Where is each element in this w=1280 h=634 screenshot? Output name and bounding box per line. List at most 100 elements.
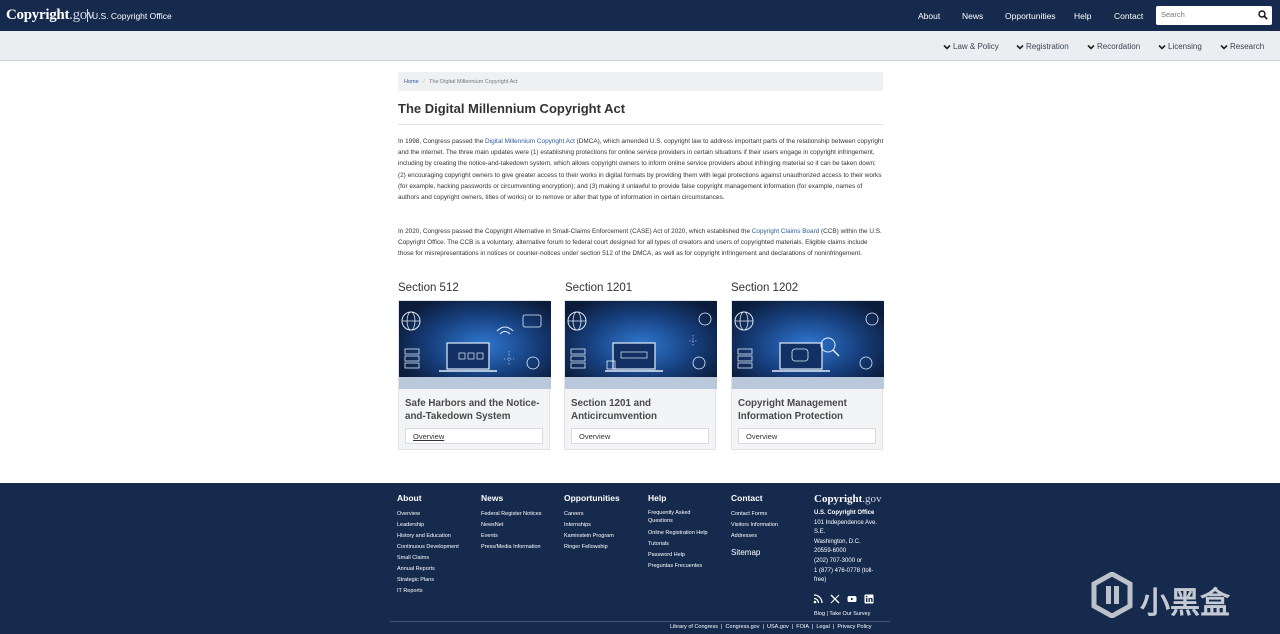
nav-contact[interactable]: Contact — [1114, 11, 1143, 21]
office-name[interactable]: U.S. Copyright Office — [92, 11, 172, 21]
footer-link[interactable]: Online Registration Help — [648, 528, 708, 539]
section-1202-overview-button[interactable]: Overview — [738, 428, 876, 444]
chevron-down-icon — [943, 44, 951, 50]
breadcrumb-current: The Digital Millennium Copyright Act — [429, 79, 518, 85]
footer-bottom-links[interactable]: Library of Congress | Congress.gov | USA… — [670, 624, 872, 630]
breadcrumb-separator: / — [423, 79, 425, 85]
section-512-title[interactable]: Safe Harbors and the Notice-and-Takedown… — [405, 397, 547, 423]
breadcrumb-home[interactable]: Home — [404, 79, 419, 85]
title-divider — [398, 124, 883, 125]
page-title: The Digital Millennium Copyright Act — [398, 101, 626, 116]
footer-link[interactable]: Addresses — [731, 531, 778, 542]
footer-link[interactable]: Strategic Plans — [397, 575, 459, 586]
site-footer: About Overview Leadership History and Ed… — [0, 483, 1280, 634]
intro-paragraph-dmca: In 1998, Congress passed the Digital Mil… — [398, 138, 884, 202]
x-twitter-icon[interactable] — [830, 594, 840, 604]
footer-link[interactable]: Questions — [648, 517, 708, 526]
footer-link[interactable]: Password Help — [648, 550, 708, 561]
footer-link[interactable]: Preguntas Frecuentes — [648, 561, 708, 572]
subnav-licensing[interactable]: Licensing — [1158, 42, 1202, 51]
watermark-text: 小黑盒 — [1140, 586, 1230, 621]
chevron-down-icon — [1087, 44, 1095, 50]
footer-link[interactable]: Small Claims — [397, 553, 459, 564]
footer-link[interactable]: Frequently Asked — [648, 509, 708, 517]
footer-link[interactable]: Careers — [564, 509, 620, 520]
office-name: U.S. Copyright Office — [814, 510, 875, 516]
footer-link[interactable]: Federal Register Notices — [481, 509, 542, 520]
footer-col-news: News Federal Register Notices NewsNet Ev… — [481, 493, 542, 553]
footer-link[interactable]: Visitors Information — [731, 520, 778, 531]
nav-news[interactable]: News — [962, 11, 983, 21]
footer-link[interactable]: History and Education — [397, 531, 459, 542]
subnav-recordation[interactable]: Recordation — [1087, 42, 1140, 51]
intro-paragraph-case-act: In 2020, Congress passed the Copyright A… — [398, 228, 882, 258]
breadcrumb: Home / The Digital Millennium Copyright … — [398, 72, 883, 91]
nav-help[interactable]: Help — [1074, 11, 1091, 21]
nav-about[interactable]: About — [918, 11, 940, 21]
search-input[interactable] — [1161, 10, 1256, 19]
xiaoheihe-logo-icon — [1091, 572, 1133, 618]
footer-link[interactable]: Ringer Fellowship — [564, 542, 620, 553]
footer-link[interactable]: Kaminstein Program — [564, 531, 620, 542]
footer-link[interactable]: Events — [481, 531, 542, 542]
search-box[interactable] — [1156, 6, 1272, 25]
secondary-navbar: Law & Policy Registration Recordation Li… — [0, 31, 1280, 61]
footer-sitemap-link[interactable]: Sitemap — [731, 548, 778, 557]
ccb-link[interactable]: Copyright Claims Board — [752, 228, 819, 235]
footer-link[interactable]: Press/Media Information — [481, 542, 542, 553]
footer-link[interactable]: Annual Reports — [397, 564, 459, 575]
footer-link[interactable]: Tutorials — [648, 539, 708, 550]
office-address: U.S. Copyright Office 101 Independence A… — [814, 510, 877, 584]
section-512-overview-button[interactable]: Overview — [405, 428, 543, 444]
chevron-down-icon — [1220, 44, 1228, 50]
section-1202-title[interactable]: Copyright Management Information Protect… — [738, 397, 880, 423]
footer-col-about: About Overview Leadership History and Ed… — [397, 493, 459, 597]
xiaoheihe-watermark: 小黑盒 — [1090, 570, 1245, 621]
section-1201-title[interactable]: Section 1201 and Anticircumvention — [571, 397, 713, 423]
card-illustration-1202 — [732, 301, 884, 389]
blog-survey-links[interactable]: Blog | Take Our Survey — [814, 611, 870, 617]
rss-icon[interactable] — [813, 594, 823, 604]
section-1201-heading: Section 1201 — [565, 282, 633, 294]
footer-link[interactable]: Contact Forms — [731, 509, 778, 520]
footer-about-heading[interactable]: About — [397, 493, 459, 503]
subnav-registration[interactable]: Registration — [1016, 42, 1069, 51]
youtube-icon[interactable] — [847, 594, 857, 604]
section-512-card: Safe Harbors and the Notice-and-Takedown… — [398, 300, 551, 450]
section-1201-card: Section 1201 and Anticircumvention Overv… — [564, 300, 717, 450]
footer-divider — [390, 621, 890, 622]
subnav-law-policy[interactable]: Law & Policy — [943, 42, 999, 51]
footer-col-help: Help Frequently Asked Questions Online R… — [648, 493, 708, 572]
logo-divider — [87, 9, 88, 22]
section-1202-card: Copyright Management Information Protect… — [731, 300, 884, 450]
footer-news-heading[interactable]: News — [481, 493, 542, 503]
footer-link[interactable]: Internships — [564, 520, 620, 531]
section-1201-overview-button[interactable]: Overview — [571, 428, 709, 444]
chevron-down-icon — [1158, 44, 1166, 50]
footer-copyright-logo[interactable]: Copyright.gov — [814, 493, 886, 505]
footer-help-heading[interactable]: Help — [648, 493, 708, 503]
footer-link[interactable]: NewsNet — [481, 520, 542, 531]
footer-col-office: Copyright.gov U.S. Copyright Office 101 … — [814, 493, 886, 586]
footer-opportunities-heading[interactable]: Opportunities — [564, 493, 620, 503]
footer-col-contact: Contact Contact Forms Visitors Informati… — [731, 493, 778, 557]
top-navbar: Copyright.gov U.S. Copyright Office Abou… — [0, 0, 1280, 31]
subnav-research[interactable]: Research — [1220, 42, 1264, 51]
social-links — [813, 594, 874, 604]
footer-link[interactable]: Leadership — [397, 520, 459, 531]
footer-link[interactable]: Overview — [397, 509, 459, 520]
nav-opportunities[interactable]: Opportunities — [1005, 11, 1056, 21]
footer-col-opportunities: Opportunities Careers Internships Kamins… — [564, 493, 620, 553]
section-1202-heading: Section 1202 — [731, 282, 799, 294]
copyright-gov-logo[interactable]: Copyright.gov — [6, 7, 95, 24]
search-icon[interactable] — [1258, 10, 1268, 20]
card-illustration-1201 — [565, 301, 717, 389]
section-512-heading: Section 512 — [398, 282, 459, 294]
linkedin-icon[interactable] — [864, 594, 874, 604]
footer-contact-heading[interactable]: Contact — [731, 493, 778, 503]
footer-link[interactable]: IT Reports — [397, 586, 459, 597]
card-illustration-512 — [399, 301, 551, 389]
dmca-link[interactable]: Digital Millennium Copyright Act — [485, 138, 575, 145]
footer-link[interactable]: Continuous Development — [397, 542, 459, 553]
chevron-down-icon — [1016, 44, 1024, 50]
